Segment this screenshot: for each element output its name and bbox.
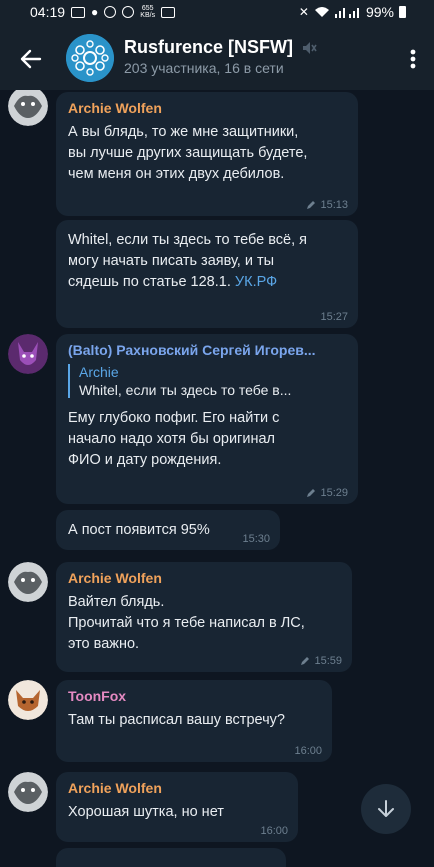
gallery-icon [161,6,176,18]
message-meta: 15:29 [306,487,348,499]
avatar[interactable] [8,680,48,720]
chat-header: Rusfurence [NSFW] 203 участника, 16 в се… [0,26,434,90]
message-bubble-partial[interactable] [56,848,286,867]
muted-speaker-icon [303,41,317,54]
net-speed: 655 KB/s [140,5,156,19]
message-bubble[interactable]: (Balto) Рахновский Сергей Игорев... Arch… [56,334,358,504]
vk-icon [122,6,135,18]
more-menu-button[interactable] [406,44,420,74]
battery-icon [399,6,406,18]
message-time: 16:00 [294,745,322,757]
group-subtitle: 203 участника, 16 в сети [124,60,284,76]
group-title: Rusfurence [NSFW] [124,37,294,57]
message-text: Там ты расписал вашу встречу? [68,712,285,728]
message-text: А пост появится 95% [68,522,210,538]
instagram-icon [71,6,86,18]
notification-icon [104,6,117,18]
reply-name: Archie [79,364,119,380]
status-bar: 04:19 ● 655 KB/s ✕ 99% [0,0,434,26]
clock: 04:19 [30,4,66,20]
back-button[interactable] [14,44,48,74]
message-time: 15:59 [314,655,342,667]
message-sender[interactable]: Archie Wolfen [68,100,346,116]
edited-pencil-icon [301,657,310,665]
message-sender[interactable]: (Balto) Рахновский Сергей Игорев... [68,342,346,358]
message-meta: 16:00 [260,825,288,837]
message-time: 15:27 [320,311,348,323]
avatar[interactable] [8,90,48,126]
message-time: 16:00 [260,825,288,837]
group-title-row[interactable]: Rusfurence [NSFW] [124,37,317,58]
message-sender[interactable]: ToonFox [68,688,320,704]
message-text: Вайтел блядь. Прочитай что я тебе написа… [68,594,305,652]
mute-icon: ✕ [298,5,309,19]
balto-avatar-icon [8,334,48,374]
message-bubble[interactable]: А пост появится 95% 15:30 [56,510,280,550]
message-bubble[interactable]: Archie Wolfen А вы блядь, то же мне защи… [56,92,358,216]
message-text: А вы блядь, то же мне защитники, вы лучш… [68,124,308,182]
reply-text: Whitel, если ты здесь то тебе в... [79,382,292,398]
group-logo-icon [66,34,114,82]
scroll-down-button[interactable] [361,784,411,834]
fox-avatar-icon [8,680,48,720]
message-meta: 16:00 [294,745,322,757]
message-text: Хорошая шутка, но нет [68,804,224,820]
reply-preview[interactable]: Archie Whitel, если ты здесь то тебе в..… [68,364,346,398]
battery-level: 99% [365,4,394,20]
message-time: 15:13 [320,199,348,211]
message-meta: 15:30 [242,533,270,545]
arrow-down-icon [378,800,394,817]
message-link[interactable]: УК.РФ [235,274,277,290]
message-meta: 15:27 [320,311,348,323]
location-icon: ● [91,5,99,19]
message-bubble[interactable]: Archie Wolfen Хорошая шутка, но нет 16:0… [56,772,298,842]
edited-pencil-icon [307,201,316,209]
message-time: 15:30 [242,533,270,545]
message-meta: 15:59 [300,655,342,667]
message-meta: 15:13 [306,199,348,211]
message-list[interactable]: Archie Wolfen А вы блядь, то же мне защи… [0,90,434,867]
message-text: Whitel, если ты здесь то тебе всё, я мог… [68,230,346,293]
message-bubble[interactable]: Archie Wolfen Вайтел блядь. Прочитай что… [56,562,352,672]
status-left: 04:19 ● 655 KB/s [30,4,176,20]
edited-pencil-icon [307,489,316,497]
message-bubble[interactable]: Whitel, если ты здесь то тебе всё, я мог… [56,220,358,328]
avatar[interactable] [8,772,48,812]
wifi-icon [314,7,329,17]
back-arrow-icon [20,49,42,69]
message-bubble[interactable]: ToonFox Там ты расписал вашу встречу? 16… [56,680,332,762]
signal-icon [334,8,359,18]
avatar[interactable] [8,562,48,602]
message-sender[interactable]: Archie Wolfen [68,780,286,796]
group-avatar[interactable] [66,34,114,82]
more-vert-icon [410,49,416,69]
message-time: 15:29 [320,487,348,499]
wolf-avatar-icon [8,90,48,126]
avatar[interactable] [8,334,48,374]
wolf-avatar-icon [8,562,48,602]
message-sender[interactable]: Archie Wolfen [68,570,340,586]
wolf-avatar-icon [8,772,48,812]
status-right: ✕ 99% [299,4,406,20]
message-text: Ему глубоко пофиг. Его найти с начало на… [68,410,280,468]
